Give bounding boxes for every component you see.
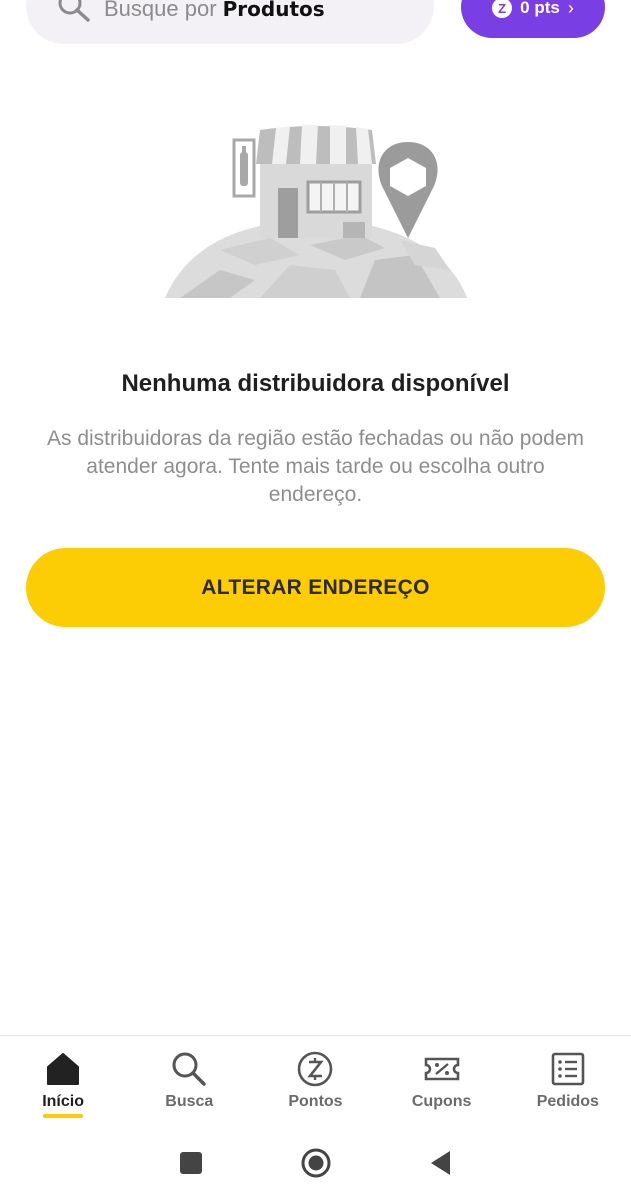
nav-item-pontos[interactable]: Pontos	[265, 1036, 365, 1126]
search-icon	[58, 0, 90, 22]
recents-icon[interactable]	[176, 1148, 206, 1178]
empty-state-title: Nenhuma distribuidora disponível	[121, 370, 510, 397]
nav-item-cupons[interactable]: Cupons	[392, 1036, 492, 1126]
nav-item-busca[interactable]: Busca	[139, 1036, 239, 1126]
search-bar[interactable]: Busque por Produtos	[26, 0, 434, 44]
home-circle-icon[interactable]	[301, 1148, 331, 1178]
empty-state-description: As distribuidoras da região estão fechad…	[46, 427, 585, 506]
bottom-navigation: Início Busca Pontos Cupons Pedidos	[0, 1035, 631, 1126]
nav-label: Busca	[165, 1093, 214, 1110]
orders-icon	[551, 1052, 585, 1086]
nav-label: Início	[42, 1093, 84, 1110]
search-placeholder: Busque por Produtos	[104, 0, 325, 21]
search-icon	[172, 1052, 207, 1086]
active-indicator	[43, 1114, 84, 1118]
store-map-pin-illustration	[165, 125, 467, 298]
system-navigation-bar	[0, 1125, 631, 1200]
chevron-right-icon: ›	[567, 0, 574, 18]
points-icon	[298, 1051, 333, 1087]
home-icon	[47, 1053, 80, 1085]
points-badge-icon: Z	[492, 0, 513, 18]
nav-label: Pedidos	[536, 1093, 599, 1110]
nav-label: Cupons	[411, 1093, 472, 1110]
nav-label: Pontos	[288, 1093, 343, 1110]
coupon-icon	[424, 1057, 459, 1081]
points-button[interactable]: Z 0 pts ›	[461, 0, 605, 38]
change-address-button[interactable]: ALTERAR ENDEREÇO	[26, 548, 605, 627]
points-label: 0 pts	[520, 0, 560, 17]
back-icon[interactable]	[426, 1148, 456, 1178]
nav-item-pedidos[interactable]: Pedidos	[518, 1036, 618, 1126]
nav-item-inicio[interactable]: Início	[13, 1036, 113, 1126]
